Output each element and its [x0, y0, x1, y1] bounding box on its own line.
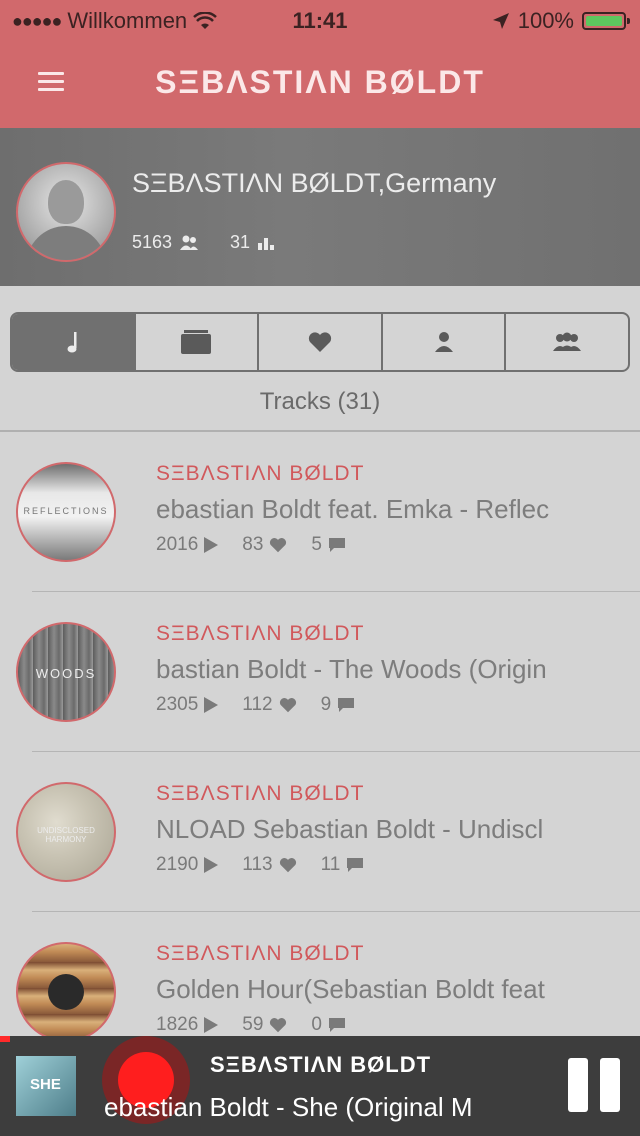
tab-likes[interactable]: [259, 314, 383, 370]
track-cover: [16, 942, 116, 1042]
pause-icon: [568, 1058, 588, 1112]
cover-label: UNDISCLOSED HARMONY: [37, 826, 95, 844]
comment-icon: [329, 538, 345, 552]
comment-icon: [329, 1018, 345, 1032]
profile-tabs: [10, 312, 630, 372]
heart-icon: [279, 858, 296, 873]
heart-icon: [279, 698, 296, 713]
track-cover: WOODS: [16, 622, 116, 722]
heart-icon: [270, 1018, 287, 1033]
avatar[interactable]: [16, 162, 116, 262]
play-icon: [204, 697, 219, 713]
track-meta: 2305 112 9: [156, 694, 355, 716]
profile-name: SΞBΛSTIΛN BØLDT,Germany: [132, 168, 497, 198]
followers-count: 5163: [132, 232, 173, 252]
track-artist[interactable]: SΞBΛSTIΛN BØLDT: [156, 462, 364, 486]
battery-icon: [582, 12, 630, 30]
bar-chart-icon: [258, 237, 275, 250]
like-count: 59: [242, 1014, 264, 1035]
vinyl-label: [48, 974, 84, 1010]
track-meta: 2016 83 5: [156, 534, 346, 556]
track-meta: 2190 113 11: [156, 854, 364, 876]
play-count: 2305: [156, 694, 199, 715]
location-arrow-icon: [492, 13, 509, 29]
comment-count: 5: [311, 534, 322, 555]
nav-title: SΞBΛSTIΛN BØLDT: [155, 64, 485, 100]
track-title[interactable]: NLOAD Sebastian Boldt - Undiscl: [156, 814, 596, 845]
comment-count: 0: [311, 1014, 322, 1035]
cover-label: SHE: [30, 1076, 61, 1093]
person-icon: [434, 332, 453, 352]
comment-icon: [347, 858, 364, 872]
comment-count: 9: [320, 694, 332, 715]
track-title[interactable]: ebastian Boldt feat. Emka - Reflec: [156, 494, 596, 525]
tracks-count: 31: [230, 232, 251, 252]
play-icon: [204, 1017, 219, 1033]
track-title[interactable]: bastian Boldt - The Woods (Origin: [156, 654, 596, 685]
player-artist: SΞBΛSTIΛN BØLDT: [210, 1052, 432, 1077]
music-note-icon: [67, 332, 77, 353]
track-cover: UNDISCLOSED HARMONY: [16, 782, 116, 882]
track-meta: 1826 59 0: [156, 1014, 346, 1036]
heart-icon: [270, 538, 287, 553]
like-count: 113: [242, 854, 273, 875]
player-title: ebastian Boldt - She (Original M: [104, 1092, 473, 1122]
mini-player: SHE SΞBΛSTIΛN BØLDT ebastian Boldt - She…: [0, 1036, 640, 1136]
playback-progress[interactable]: [0, 1036, 10, 1042]
profile-stats: 5163 31: [132, 232, 276, 253]
track-artist[interactable]: SΞBΛSTIΛN BØLDT: [156, 782, 364, 806]
album-icon: [181, 330, 212, 354]
track-row[interactable]: UNDISCLOSED HARMONY SΞBΛSTIΛN BØLDT NLOA…: [0, 752, 640, 912]
comment-count: 11: [320, 854, 341, 875]
like-count: 112: [242, 694, 273, 715]
play-count: 2190: [156, 854, 199, 875]
play-icon: [204, 537, 219, 553]
track-title[interactable]: Golden Hour(Sebastian Boldt feat: [156, 974, 596, 1005]
tab-followers[interactable]: [506, 314, 628, 370]
now-playing-cover[interactable]: SHE: [16, 1056, 76, 1116]
tab-tracks[interactable]: [12, 314, 136, 370]
track-row[interactable]: REFLECTIONS SΞBΛSTIΛN BØLDT ebastian Bol…: [0, 432, 640, 592]
pause-button[interactable]: [568, 1058, 622, 1112]
play-count: 1826: [156, 1014, 199, 1035]
followers-icon: [180, 235, 199, 250]
track-artist[interactable]: SΞBΛSTIΛN BØLDT: [156, 622, 364, 646]
profile-header: SΞBΛSTIΛN BØLDT,Germany 5163 31: [0, 128, 640, 286]
top-bar: ●●●●● Willkommen 11:41 100% SΞBΛSTIΛN BØ…: [0, 0, 640, 128]
track-list: REFLECTIONS SΞBΛSTIΛN BØLDT ebastian Bol…: [0, 432, 640, 1072]
play-count: 2016: [156, 534, 199, 555]
heart-icon: [308, 332, 332, 352]
status-bar: ●●●●● Willkommen 11:41 100%: [0, 0, 640, 40]
play-icon: [204, 857, 219, 873]
status-right: 100%: [492, 8, 630, 34]
tab-following[interactable]: [383, 314, 507, 370]
battery-percent: 100%: [517, 8, 574, 33]
group-icon: [553, 332, 582, 351]
track-cover: REFLECTIONS: [16, 462, 116, 562]
comment-icon: [338, 698, 355, 712]
tab-albums[interactable]: [136, 314, 260, 370]
track-artist[interactable]: SΞBΛSTIΛN BØLDT: [156, 942, 364, 966]
track-row[interactable]: WOODS SΞBΛSTIΛN BØLDT bastian Boldt - Th…: [0, 592, 640, 752]
cover-label: REFLECTIONS: [23, 506, 109, 516]
section-title: Tracks (31): [259, 388, 381, 415]
cover-label: WOODS: [35, 666, 97, 681]
like-count: 83: [242, 534, 264, 555]
